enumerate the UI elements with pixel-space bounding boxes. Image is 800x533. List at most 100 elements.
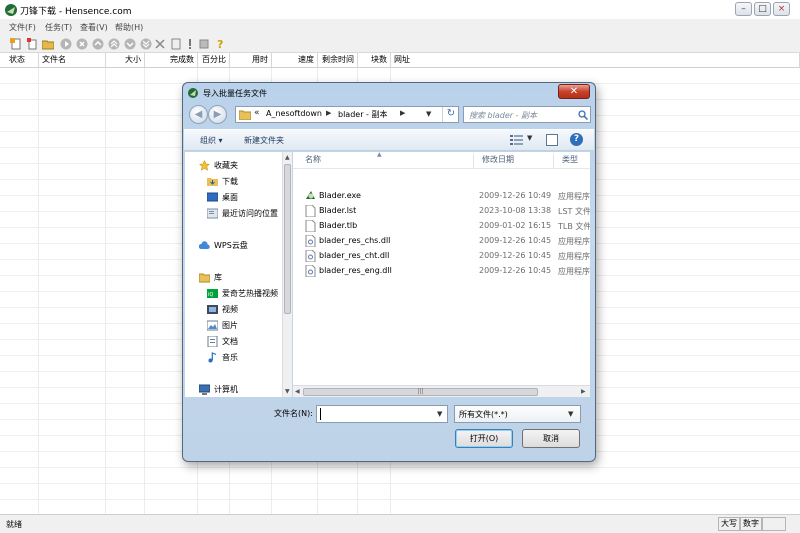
file-type-filter[interactable]: 所有文件(*.*) ▼: [454, 405, 581, 423]
search-placeholder: 搜索 blader - 副本: [469, 111, 538, 120]
scroll-left-icon[interactable]: ◀: [295, 388, 300, 395]
organize-button[interactable]: 组织 ▾: [200, 135, 223, 146]
file-list-hscrollbar[interactable]: ◀ ||| ▶: [293, 385, 590, 397]
minimize-button[interactable]: –: [735, 2, 752, 16]
properties-icon[interactable]: [170, 38, 182, 50]
breadcrumb-overflow[interactable]: «: [254, 108, 260, 118]
move-top-icon[interactable]: [108, 38, 120, 50]
music-icon: [208, 352, 217, 363]
col-elapsed[interactable]: 用时: [230, 53, 272, 68]
col-modified[interactable]: 修改日期: [473, 154, 553, 168]
col-remaining[interactable]: 剩余时间: [318, 53, 358, 68]
breadcrumb-item-blader[interactable]: blader - 副本: [338, 109, 387, 120]
nav-item-label: WPS云盘: [214, 241, 248, 250]
file-row[interactable]: Blader.lst 2023-10-08 13:38 LST 文件: [293, 204, 590, 219]
filter-dropdown-icon[interactable]: ▼: [568, 410, 573, 418]
move-up-icon[interactable]: [92, 38, 104, 50]
start-icon[interactable]: [60, 38, 72, 50]
menu-file[interactable]: 文件(F): [9, 22, 36, 33]
file-list: ▲ 名称 修改日期 类型 Blader.exe 2009-12-26 10:49 应…: [293, 151, 590, 397]
nav-scrollbar[interactable]: ▲ ▼: [282, 152, 292, 397]
file-icon: [305, 205, 316, 217]
file-row[interactable]: Blader.exe 2009-12-26 10:49 应用程序: [293, 189, 590, 204]
menu-task[interactable]: 任务(T): [45, 22, 72, 33]
back-icon[interactable]: ◀: [189, 105, 208, 124]
scroll-up-icon[interactable]: ▲: [285, 154, 290, 161]
search-icon[interactable]: [578, 110, 588, 120]
open-button[interactable]: 打开(O): [455, 429, 513, 448]
col-size[interactable]: 大小: [106, 53, 145, 68]
col-type[interactable]: 类型: [553, 154, 590, 168]
filename-dropdown-icon[interactable]: ▼: [437, 410, 442, 418]
delete-icon[interactable]: [154, 38, 166, 50]
menu-bar: 文件(F) 任务(T) 查看(V) 帮助(H): [0, 20, 800, 36]
scroll-down-icon[interactable]: ▼: [285, 388, 290, 395]
col-completed[interactable]: 完成数: [145, 53, 198, 68]
refresh-icon[interactable]: ↻: [442, 107, 459, 122]
file-modified: 2023-10-08 13:38: [479, 206, 552, 215]
address-dropdown-icon[interactable]: ▼: [426, 110, 431, 118]
status-panel-empty: [762, 517, 786, 531]
picture-icon: [207, 320, 218, 331]
file-row[interactable]: blader_res_cht.dll 2009-12-26 10:45 应用程序: [293, 249, 590, 264]
new-folder-button[interactable]: 新建文件夹: [244, 135, 284, 146]
text-cursor: [320, 408, 321, 420]
col-speed[interactable]: 速度: [272, 53, 318, 68]
info-icon[interactable]: [184, 38, 196, 50]
file-name: blader_res_chs.dll: [319, 236, 391, 245]
file-modified: 2009-12-26 10:45: [479, 236, 552, 245]
file-row[interactable]: blader_res_eng.dll 2009-12-26 10:45 应用程序: [293, 264, 590, 279]
nav-item-label: 文档: [222, 337, 238, 346]
nav-item-label: 最近访问的位置: [222, 209, 278, 218]
nav-scroll-thumb[interactable]: [284, 164, 291, 314]
close-button[interactable]: ×: [773, 2, 790, 16]
download-folder-icon: [207, 178, 218, 186]
dialog-title-bar: 导入批量任务文件 ✕: [183, 83, 595, 103]
file-type-filter-value: 所有文件(*.*): [459, 410, 508, 419]
menu-help[interactable]: 帮助(H): [115, 22, 143, 33]
col-blocks[interactable]: 块数: [358, 53, 391, 68]
navigation-row: ◀ ▶ « A_nesoftdown ▶ blader - 副本 ▶ ▼ ↻ 搜…: [189, 104, 591, 126]
col-filename[interactable]: 文件名: [39, 53, 106, 68]
options-icon[interactable]: [198, 38, 210, 50]
col-status[interactable]: 状态: [6, 53, 39, 68]
file-type: LST 文件: [558, 207, 590, 216]
col-url[interactable]: 网址: [391, 53, 800, 68]
move-bottom-icon[interactable]: [140, 38, 152, 50]
nav-libraries-label: 库: [214, 273, 222, 282]
filename-input[interactable]: ▼: [316, 405, 448, 423]
breadcrumb-item-nesoftdown[interactable]: A_nesoftdown: [266, 109, 322, 118]
col-percent[interactable]: 百分比: [198, 53, 230, 68]
nav-item-label: 下载: [222, 177, 238, 186]
dll-icon: [305, 250, 316, 262]
breadcrumb-separator-icon[interactable]: ▶: [326, 109, 331, 117]
desktop-icon: [207, 192, 218, 202]
help-icon[interactable]: ?: [214, 38, 226, 50]
breadcrumb-separator-icon[interactable]: ▶: [400, 109, 405, 117]
view-dropdown-icon[interactable]: ▼: [527, 134, 532, 142]
stop-icon[interactable]: [76, 38, 88, 50]
preview-pane-icon[interactable]: [546, 134, 558, 146]
file-type: 应用程序: [558, 192, 590, 201]
status-text: 就绪: [6, 520, 22, 529]
forward-icon[interactable]: ▶: [208, 105, 227, 124]
dialog-close-button[interactable]: ✕: [558, 84, 590, 99]
file-type: 应用程序: [558, 267, 590, 276]
open-folder-icon[interactable]: [42, 38, 54, 50]
search-box[interactable]: 搜索 blader - 副本: [463, 106, 591, 123]
file-row[interactable]: blader_res_chs.dll 2009-12-26 10:45 应用程序: [293, 234, 590, 249]
new-task-icon[interactable]: [10, 38, 22, 50]
hscroll-thumb[interactable]: |||: [303, 388, 538, 396]
batch-task-icon[interactable]: [26, 38, 38, 50]
address-bar[interactable]: « A_nesoftdown ▶ blader - 副本 ▶ ▼ ↻: [235, 106, 459, 123]
menu-view[interactable]: 查看(V): [80, 22, 108, 33]
maximize-button[interactable]: □: [754, 2, 771, 16]
scroll-right-icon[interactable]: ▶: [581, 388, 586, 395]
cancel-button[interactable]: 取消: [522, 429, 580, 448]
col-name[interactable]: 名称: [297, 154, 473, 168]
file-row[interactable]: Blader.tlb 2009-01-02 16:15 TLB 文件: [293, 219, 590, 234]
move-down-icon[interactable]: [124, 38, 136, 50]
view-options-icon[interactable]: [510, 134, 523, 146]
svg-text:iQ: iQ: [208, 292, 213, 298]
dialog-help-icon[interactable]: ?: [570, 133, 583, 146]
